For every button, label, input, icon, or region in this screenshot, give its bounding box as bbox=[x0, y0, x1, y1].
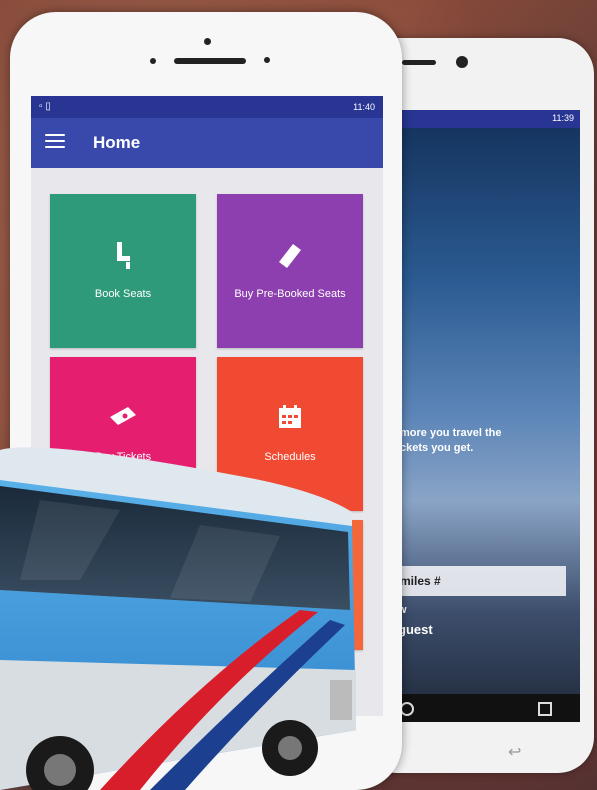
home-nav-icon[interactable] bbox=[400, 702, 414, 716]
book-seats-label: Book Seats bbox=[94, 288, 152, 300]
miles-number-field[interactable]: miles # bbox=[398, 566, 566, 596]
hamburger-menu-icon[interactable] bbox=[45, 134, 65, 152]
seat-icon bbox=[50, 240, 196, 277]
bus-image bbox=[0, 447, 356, 790]
front-status-bar: ▫ ▯ 11:40 bbox=[31, 96, 383, 118]
back-phone-speaker bbox=[402, 60, 436, 65]
promo-text: more you travel the ckets you get. bbox=[400, 426, 580, 456]
front-camera-icon bbox=[264, 57, 270, 63]
buy-pre-booked-seats-tile[interactable]: Buy Pre-Booked Seats bbox=[217, 194, 363, 348]
back-status-time: 11:39 bbox=[552, 113, 574, 123]
notification-icons: ▫ ▯ bbox=[39, 101, 51, 112]
guest-link[interactable]: guest bbox=[398, 622, 433, 637]
front-sensor bbox=[204, 38, 211, 45]
app-bar: Home bbox=[31, 118, 383, 168]
back-status-bar: 11:39 bbox=[398, 110, 580, 128]
front-speaker bbox=[174, 58, 246, 64]
nav-bar bbox=[398, 694, 580, 722]
front-proximity-sensor bbox=[150, 58, 156, 64]
back-arrow-icon[interactable]: ↩ bbox=[508, 742, 521, 762]
book-seats-tile[interactable]: Book Seats bbox=[50, 194, 196, 348]
page-title: Home bbox=[93, 133, 141, 152]
camera-icon bbox=[456, 56, 468, 68]
ticket-icon bbox=[217, 240, 363, 277]
promo-line-2: ckets you get. bbox=[400, 442, 474, 454]
recents-nav-icon[interactable] bbox=[538, 702, 552, 716]
buy-pre-booked-seats-label: Buy Pre-Booked Seats bbox=[234, 288, 346, 300]
front-status-time: 11:40 bbox=[353, 102, 375, 112]
back-phone-screen: 11:39 more you travel the ckets you get.… bbox=[398, 110, 580, 722]
promo-line-1: more you travel the bbox=[400, 427, 502, 439]
